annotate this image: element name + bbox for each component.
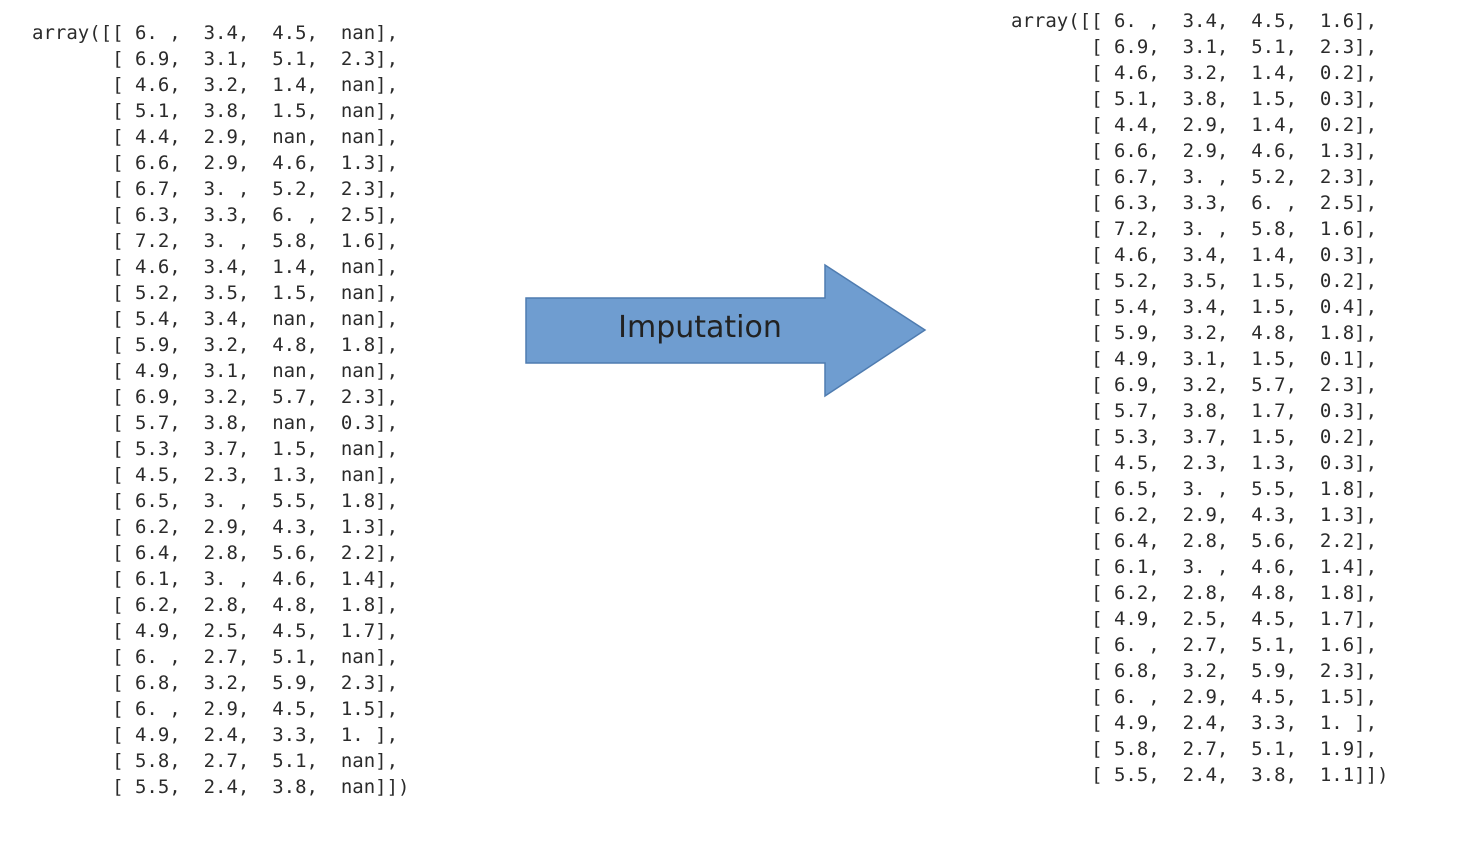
array-row-line: [ 4.9, 2.4, 3.3, 1. ],	[1011, 712, 1378, 734]
array-row-line: [ 4.5, 2.3, 1.3, 0.3],	[1011, 452, 1378, 474]
array-row-line: [ 4.9, 2.5, 4.5, 1.7],	[32, 620, 399, 642]
array-row-line: [ 5.2, 3.5, 1.5, 0.2],	[1011, 270, 1378, 292]
array-row-line: [ 6.2, 2.8, 4.8, 1.8],	[1011, 582, 1378, 604]
array-row-line: [ 5.7, 3.8, 1.7, 0.3],	[1011, 400, 1378, 422]
input-array-with-nan: array([[ 6. , 3.4, 4.5, nan], [ 6.9, 3.1…	[32, 20, 410, 800]
array-row-line: [ 6.8, 3.2, 5.9, 2.3],	[32, 672, 399, 694]
array-row-line: [ 6.4, 2.8, 5.6, 2.2],	[32, 542, 399, 564]
array-row-line: [ 4.4, 2.9, 1.4, 0.2],	[1011, 114, 1378, 136]
array-row-line: [ 6.6, 2.9, 4.6, 1.3],	[1011, 140, 1378, 162]
array-row-line: [ 5.5, 2.4, 3.8, nan]])	[32, 776, 410, 798]
array-row-line: [ 6.1, 3. , 4.6, 1.4],	[1011, 556, 1378, 578]
array-row-line: [ 5.8, 2.7, 5.1, nan],	[32, 750, 399, 772]
array-row-line: [ 5.8, 2.7, 5.1, 1.9],	[1011, 738, 1378, 760]
arrow-label: Imputation	[618, 310, 782, 345]
array-row-line: [ 5.1, 3.8, 1.5, nan],	[32, 100, 399, 122]
array-row-line: [ 6. , 2.7, 5.1, nan],	[32, 646, 399, 668]
array-row-line: [ 4.6, 3.2, 1.4, nan],	[32, 74, 399, 96]
array-row-line: [ 6.7, 3. , 5.2, 2.3],	[32, 178, 399, 200]
array-row-line: [ 6.2, 2.9, 4.3, 1.3],	[32, 516, 399, 538]
array-row-line: [ 6.5, 3. , 5.5, 1.8],	[32, 490, 399, 512]
array-row-line: [ 5.2, 3.5, 1.5, nan],	[32, 282, 399, 304]
array-row-line: [ 6.4, 2.8, 5.6, 2.2],	[1011, 530, 1378, 552]
array-row-line: [ 6.9, 3.1, 5.1, 2.3],	[1011, 36, 1378, 58]
array-row-line: [ 4.6, 3.4, 1.4, nan],	[32, 256, 399, 278]
array-row-line: [ 4.9, 3.1, nan, nan],	[32, 360, 399, 382]
array-row-line: [ 6.2, 2.8, 4.8, 1.8],	[32, 594, 399, 616]
array-row-line: [ 5.4, 3.4, nan, nan],	[32, 308, 399, 330]
array-row-line: [ 6.3, 3.3, 6. , 2.5],	[32, 204, 399, 226]
array-row-line: [ 7.2, 3. , 5.8, 1.6],	[1011, 218, 1378, 240]
array-row-line: [ 5.3, 3.7, 1.5, 0.2],	[1011, 426, 1378, 448]
array-row-line: [ 6.8, 3.2, 5.9, 2.3],	[1011, 660, 1378, 682]
array-row-line: [ 7.2, 3. , 5.8, 1.6],	[32, 230, 399, 252]
array-row-line: [ 6.9, 3.2, 5.7, 2.3],	[32, 386, 399, 408]
array-row-line: [ 5.7, 3.8, nan, 0.3],	[32, 412, 399, 434]
array-row-line: [ 6.1, 3. , 4.6, 1.4],	[32, 568, 399, 590]
array-row-line: [ 6.7, 3. , 5.2, 2.3],	[1011, 166, 1378, 188]
array-row-line: [ 5.3, 3.7, 1.5, nan],	[32, 438, 399, 460]
array-row-line: [ 4.4, 2.9, nan, nan],	[32, 126, 399, 148]
array-row-line: [ 6. , 2.7, 5.1, 1.6],	[1011, 634, 1378, 656]
array-row-line: [ 6.9, 3.2, 5.7, 2.3],	[1011, 374, 1378, 396]
array-row-line: [ 6.5, 3. , 5.5, 1.8],	[1011, 478, 1378, 500]
array-row-line: [ 6. , 2.9, 4.5, 1.5],	[32, 698, 399, 720]
array-row-line: [ 4.9, 2.5, 4.5, 1.7],	[1011, 608, 1378, 630]
array-row-line: [ 5.1, 3.8, 1.5, 0.3],	[1011, 88, 1378, 110]
array-row-line: array([[ 6. , 3.4, 4.5, 1.6],	[1011, 10, 1378, 32]
array-row-line: [ 5.4, 3.4, 1.5, 0.4],	[1011, 296, 1378, 318]
array-row-line: [ 4.9, 3.1, 1.5, 0.1],	[1011, 348, 1378, 370]
output-imputed-array: array([[ 6. , 3.4, 4.5, 1.6], [ 6.9, 3.1…	[1011, 8, 1389, 788]
array-row-line: [ 4.5, 2.3, 1.3, nan],	[32, 464, 399, 486]
array-row-line: [ 4.9, 2.4, 3.3, 1. ],	[32, 724, 399, 746]
array-row-line: [ 5.9, 3.2, 4.8, 1.8],	[1011, 322, 1378, 344]
array-row-line: array([[ 6. , 3.4, 4.5, nan],	[32, 22, 399, 44]
array-row-line: [ 4.6, 3.4, 1.4, 0.3],	[1011, 244, 1378, 266]
array-row-line: [ 5.9, 3.2, 4.8, 1.8],	[32, 334, 399, 356]
array-row-line: [ 6. , 2.9, 4.5, 1.5],	[1011, 686, 1378, 708]
array-row-line: [ 5.5, 2.4, 3.8, 1.1]])	[1011, 764, 1389, 786]
array-row-line: [ 6.2, 2.9, 4.3, 1.3],	[1011, 504, 1378, 526]
array-row-line: [ 4.6, 3.2, 1.4, 0.2],	[1011, 62, 1378, 84]
array-row-line: [ 6.9, 3.1, 5.1, 2.3],	[32, 48, 399, 70]
array-row-line: [ 6.6, 2.9, 4.6, 1.3],	[32, 152, 399, 174]
array-row-line: [ 6.3, 3.3, 6. , 2.5],	[1011, 192, 1378, 214]
